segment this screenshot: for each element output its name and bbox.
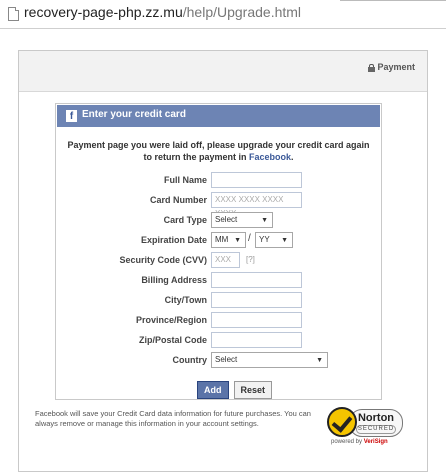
- zip-label: Zip/Postal Code: [138, 335, 207, 345]
- full-name-label: Full Name: [163, 175, 207, 185]
- reset-button[interactable]: Reset: [233, 381, 273, 399]
- card-number-label: Card Number: [149, 195, 207, 205]
- billing-input[interactable]: [211, 272, 302, 288]
- facebook-link[interactable]: Facebook: [249, 152, 291, 162]
- form-title: Enter your credit card: [82, 109, 186, 120]
- payment-label: Payment: [368, 62, 415, 72]
- url-host: recovery-page-php.zz.mu: [24, 4, 183, 20]
- cvv-label: Security Code (CVV): [119, 255, 207, 265]
- country-label: Country: [172, 355, 208, 365]
- page-icon: [8, 7, 19, 21]
- province-label: Province/Region: [135, 315, 207, 325]
- row-card-number: Card Number XXXX XXXX XXXX XXXX: [56, 192, 381, 218]
- exp-month-select[interactable]: MM ▼: [211, 232, 246, 248]
- add-button[interactable]: Add: [197, 381, 229, 399]
- expiration-label: Expiration Date: [140, 235, 207, 245]
- row-zip: Zip/Postal Code: [56, 332, 381, 350]
- country-value: Select: [215, 355, 238, 364]
- chevron-down-icon: ▼: [261, 217, 268, 224]
- country-select[interactable]: Select ▼: [211, 352, 328, 368]
- facebook-f-icon: f: [66, 110, 77, 122]
- norton-badge: Norton SECURED: [349, 409, 403, 437]
- exp-separator: /: [248, 233, 251, 244]
- card-type-label: Card Type: [163, 215, 207, 225]
- norton-secured: SECURED: [356, 425, 396, 434]
- row-card-type: Card Type Select ▼: [56, 212, 381, 230]
- full-name-input[interactable]: [211, 172, 302, 188]
- row-billing: Billing Address: [56, 272, 381, 290]
- url-text[interactable]: recovery-page-php.zz.mu/help/Upgrade.htm…: [24, 4, 301, 20]
- address-bar[interactable]: recovery-page-php.zz.mu/help/Upgrade.htm…: [0, 0, 446, 30]
- url-path: /help/Upgrade.html: [182, 4, 302, 20]
- verisign-text: VeriSign: [363, 439, 388, 445]
- payment-text: Payment: [377, 62, 415, 72]
- chevron-down-icon: ▼: [234, 237, 241, 244]
- address-bar-border: [0, 28, 446, 29]
- form-buttons: Add Reset: [197, 381, 273, 399]
- province-input[interactable]: [211, 312, 302, 328]
- card-type-value: Select: [215, 215, 238, 224]
- lock-icon: [368, 63, 376, 72]
- city-label: City/Town: [164, 295, 207, 305]
- exp-year-value: YY: [259, 235, 270, 244]
- row-expiration: Expiration Date MM ▼ / YY ▼: [56, 232, 381, 250]
- norton-seal[interactable]: Norton SECURED powered by VeriSign: [327, 407, 403, 447]
- tab-edge: [340, 0, 446, 1]
- cvv-help-link[interactable]: [?]: [246, 255, 255, 264]
- cvv-input[interactable]: XXX: [211, 252, 240, 268]
- card-type-select[interactable]: Select ▼: [211, 212, 273, 228]
- row-city: City/Town: [56, 292, 381, 310]
- powered-by-text: powered by: [331, 439, 364, 445]
- form-message: Payment page you were laid off, please u…: [66, 139, 371, 163]
- message-end: .: [291, 152, 294, 162]
- chevron-down-icon: ▼: [316, 357, 323, 364]
- row-cvv: Security Code (CVV) XXX [?]: [56, 252, 381, 270]
- exp-month-value: MM: [215, 235, 229, 244]
- row-country: Country Select ▼: [56, 352, 381, 370]
- footer-note: Facebook will save your Credit Card data…: [35, 409, 311, 428]
- row-full-name: Full Name: [56, 172, 381, 190]
- powered-by: powered by VeriSign: [331, 439, 388, 445]
- city-input[interactable]: [211, 292, 302, 308]
- payment-page: Payment f Enter your credit card Payment…: [18, 50, 428, 472]
- exp-year-select[interactable]: YY ▼: [255, 232, 293, 248]
- norton-name: Norton: [357, 412, 395, 424]
- billing-label: Billing Address: [141, 275, 207, 285]
- page-header: Payment: [19, 51, 427, 92]
- card-number-input[interactable]: XXXX XXXX XXXX XXXX: [211, 192, 302, 218]
- row-province: Province/Region: [56, 312, 381, 330]
- chevron-down-icon: ▼: [281, 237, 288, 244]
- form-titlebar: f Enter your credit card: [57, 105, 380, 127]
- zip-input[interactable]: [211, 332, 302, 348]
- message-text: Payment page you were laid off, please u…: [67, 140, 370, 162]
- norton-check-icon: [327, 407, 357, 437]
- credit-card-form: f Enter your credit card Payment page yo…: [55, 103, 382, 400]
